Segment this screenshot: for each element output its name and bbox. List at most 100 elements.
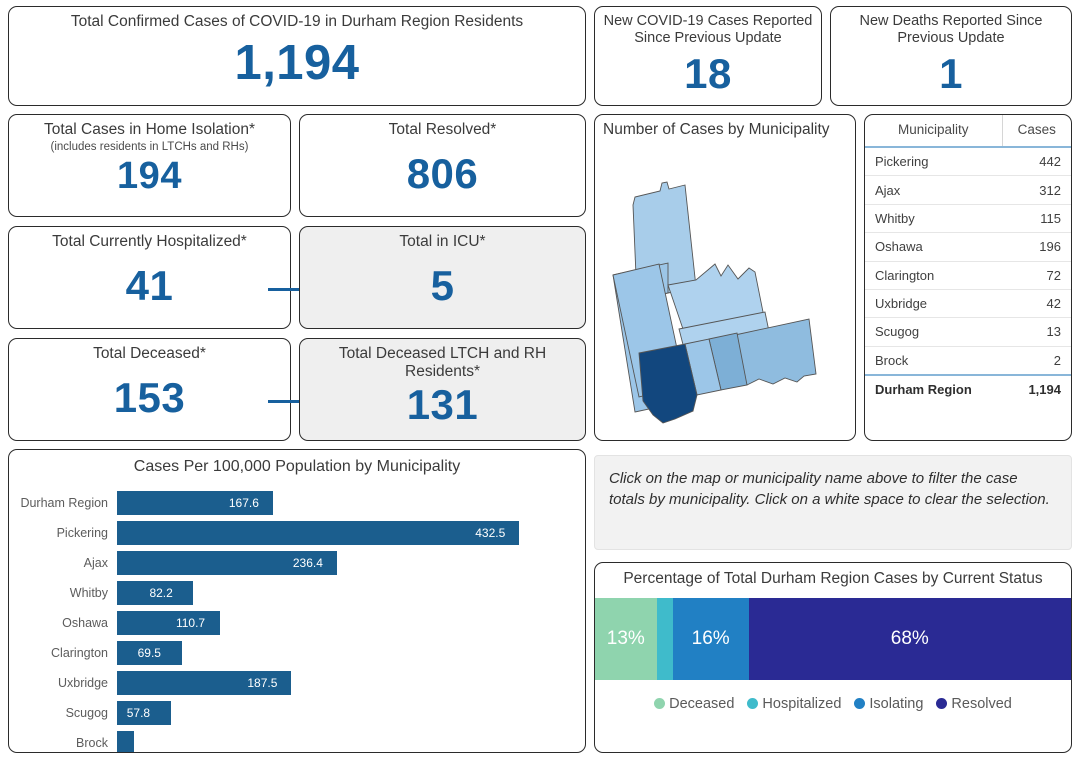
map-title: Number of Cases by Municipality <box>603 121 830 138</box>
bar-chart-row[interactable]: Clarington 69.5 <box>9 638 585 668</box>
table-cell-cases: 13 <box>1002 317 1071 347</box>
kpi-value-hospitalized: 41 <box>125 262 174 310</box>
legend-label: Isolating <box>869 695 924 712</box>
legend-item-hospitalized[interactable]: Hospitalized <box>747 696 841 712</box>
table-row[interactable]: Whitby 115 <box>865 204 1071 234</box>
bar-fill[interactable] <box>117 521 520 545</box>
bar-chart-row[interactable]: Ajax 236.4 <box>9 548 585 578</box>
table-cell-cases: 115 <box>1002 204 1071 234</box>
bar-value-label: 432.5 <box>475 526 506 540</box>
table-cell-municipality[interactable]: Ajax <box>865 175 1003 205</box>
legend-item-deceased[interactable]: Deceased <box>654 696 734 712</box>
stacked-bar-segment-resolved[interactable]: 68% <box>748 597 1071 680</box>
stacked-bar-segment-deceased[interactable]: 13% <box>595 597 657 680</box>
legend-dot-icon <box>854 698 866 710</box>
kpi-card-icu[interactable]: Total in ICU* 5 <box>299 226 586 329</box>
table-cell-cases: 72 <box>1002 261 1071 290</box>
bar-category-label: Clarington <box>51 646 108 660</box>
bar-chart-row[interactable]: Durham Region 167.6 <box>9 488 585 518</box>
kpi-card-deceased-ltch[interactable]: Total Deceased LTCH and RH Residents* 13… <box>299 338 586 441</box>
table-total-row[interactable]: Durham Region 1,194 <box>865 373 1071 404</box>
bar-category-label: Brock <box>76 736 108 750</box>
bar-category-label: Uxbridge <box>57 676 108 690</box>
kpi-title-total-confirmed: Total Confirmed Cases of COVID-19 in Dur… <box>70 13 524 30</box>
legend-label: Resolved <box>951 695 1012 712</box>
bar-chart-row[interactable]: Brock <box>9 728 585 752</box>
stacked-bar-segment-hospitalized[interactable] <box>656 597 673 680</box>
chart-title-status-percentage: Percentage of Total Durham Region Cases … <box>623 570 1043 587</box>
kpi-title-deceased: Total Deceased* <box>93 345 206 362</box>
table-cell-cases: 2 <box>1053 352 1061 368</box>
kpi-card-new-cases[interactable]: New COVID-19 Cases Reported Since Previo… <box>594 6 822 106</box>
municipality-table-card[interactable]: Municipality Cases Pickering 442 Ajax 312 Wh… <box>864 114 1072 441</box>
kpi-value-icu: 5 <box>430 262 455 310</box>
kpi-card-new-deaths[interactable]: New Deaths Reported Since Previous Updat… <box>830 6 1072 106</box>
kpi-title-hospitalized: Total Currently Hospitalized* <box>52 233 247 250</box>
bar-chart-row[interactable]: Pickering 432.5 <box>9 518 585 548</box>
table-cell-municipality[interactable]: Brock <box>865 346 1002 375</box>
table-body: Pickering 442 Ajax 312 Whitby 115 Oshawa 196 Cla… <box>865 147 1071 404</box>
bar-category-label: Durham Region <box>20 496 108 510</box>
kpi-card-home-isolation[interactable]: Total Cases in Home Isolation* (includes… <box>8 114 291 217</box>
table-cell-municipality-total[interactable]: Durham Region <box>865 373 1003 404</box>
bar-chart-row[interactable]: Whitby 82.2 <box>9 578 585 608</box>
bar-chart-row[interactable]: Uxbridge 187.5 <box>9 668 585 698</box>
table-cell-cases: 196 <box>1002 232 1071 262</box>
bar-category-label: Whitby <box>69 586 108 600</box>
bar-category-label: Scugog <box>65 706 108 720</box>
bar-chart-row[interactable]: Scugog 57.8 <box>9 698 585 728</box>
kpi-card-hospitalized[interactable]: Total Currently Hospitalized* 41 <box>8 226 291 329</box>
stacked-bar[interactable]: 13% 16% 68% <box>595 597 1071 680</box>
municipality-cases-table[interactable]: Municipality Cases Pickering 442 Ajax 312 Wh… <box>865 115 1071 404</box>
map-card[interactable]: Number of Cases by Municipality <box>594 114 856 441</box>
bar-value-label: 236.4 <box>292 556 323 570</box>
table-cell-cases: 442 <box>1002 147 1071 177</box>
table-cell-cases-total: 1,194 <box>1002 373 1071 404</box>
kpi-value-deceased-ltch: 131 <box>406 380 479 428</box>
bar-track: 82.2 <box>117 578 585 608</box>
bar-category-label: Ajax <box>83 556 108 570</box>
table-row[interactable]: Pickering 442 <box>865 147 1071 177</box>
bar-value-label: 187.5 <box>247 676 278 690</box>
table-row[interactable]: Clarington 72 <box>865 261 1071 290</box>
table-row[interactable]: Oshawa 196 <box>865 232 1071 262</box>
kpi-title-icu: Total in ICU* <box>399 233 486 250</box>
bar-value-label: 110.7 <box>175 616 206 630</box>
table-cell-municipality[interactable]: Clarington <box>865 261 1003 290</box>
kpi-title-home-isolation: Total Cases in Home Isolation* <box>43 121 256 138</box>
table-cell-municipality[interactable]: Uxbridge <box>865 289 1003 319</box>
table-header-cases[interactable]: Cases <box>1002 115 1071 148</box>
kpi-title-resolved: Total Resolved* <box>388 121 497 138</box>
kpi-value-new-cases: 18 <box>684 50 732 98</box>
table-cell-municipality[interactable]: Oshawa <box>865 232 1003 262</box>
legend-label: Deceased <box>669 695 735 712</box>
durham-region-choropleth-map[interactable] <box>595 139 856 429</box>
table-cell-municipality[interactable]: Pickering <box>865 147 1003 177</box>
table-header-row: Municipality Cases <box>865 115 1071 148</box>
legend-dot-icon <box>747 698 759 710</box>
bar-chart-row[interactable]: Oshawa 110.7 <box>9 608 585 638</box>
table-cell-municipality[interactable]: Whitby <box>865 204 1003 234</box>
table-cell-cases: 312 <box>1002 175 1071 205</box>
table-row[interactable]: Scugog 13 <box>865 317 1071 347</box>
kpi-card-resolved[interactable]: Total Resolved* 806 <box>299 114 586 217</box>
status-percentage-chart-card[interactable]: Percentage of Total Durham Region Cases … <box>594 562 1072 753</box>
bar-value-label: 167.6 <box>228 496 259 510</box>
instruction-note-text: Click on the map or municipality name ab… <box>609 470 1050 509</box>
kpi-card-deceased[interactable]: Total Deceased* 153 <box>8 338 291 441</box>
table-row[interactable]: Uxbridge 42 <box>865 289 1071 319</box>
table-row[interactable]: Brock 2 <box>865 346 1071 375</box>
stacked-bar-legend: Deceased Hospitalized Isolating Resolved <box>595 696 1071 712</box>
bar-fill[interactable] <box>117 731 134 752</box>
legend-item-resolved[interactable]: Resolved <box>936 695 1012 712</box>
stacked-bar-segment-isolating[interactable]: 16% <box>672 597 749 680</box>
legend-item-isolating[interactable]: Isolating <box>854 696 923 712</box>
bar-track: 57.8 <box>117 698 585 728</box>
kpi-card-total-confirmed[interactable]: Total Confirmed Cases of COVID-19 in Dur… <box>8 6 586 106</box>
kpi-value-new-deaths: 1 <box>939 50 963 98</box>
cases-per-100k-chart-card[interactable]: Cases Per 100,000 Population by Municipa… <box>8 449 586 753</box>
kpi-title-new-cases: New COVID-19 Cases Reported Since Previo… <box>603 13 813 47</box>
table-cell-municipality[interactable]: Scugog <box>865 317 1003 347</box>
table-row[interactable]: Ajax 312 <box>865 175 1071 205</box>
table-header-municipality[interactable]: Municipality <box>865 115 1003 148</box>
